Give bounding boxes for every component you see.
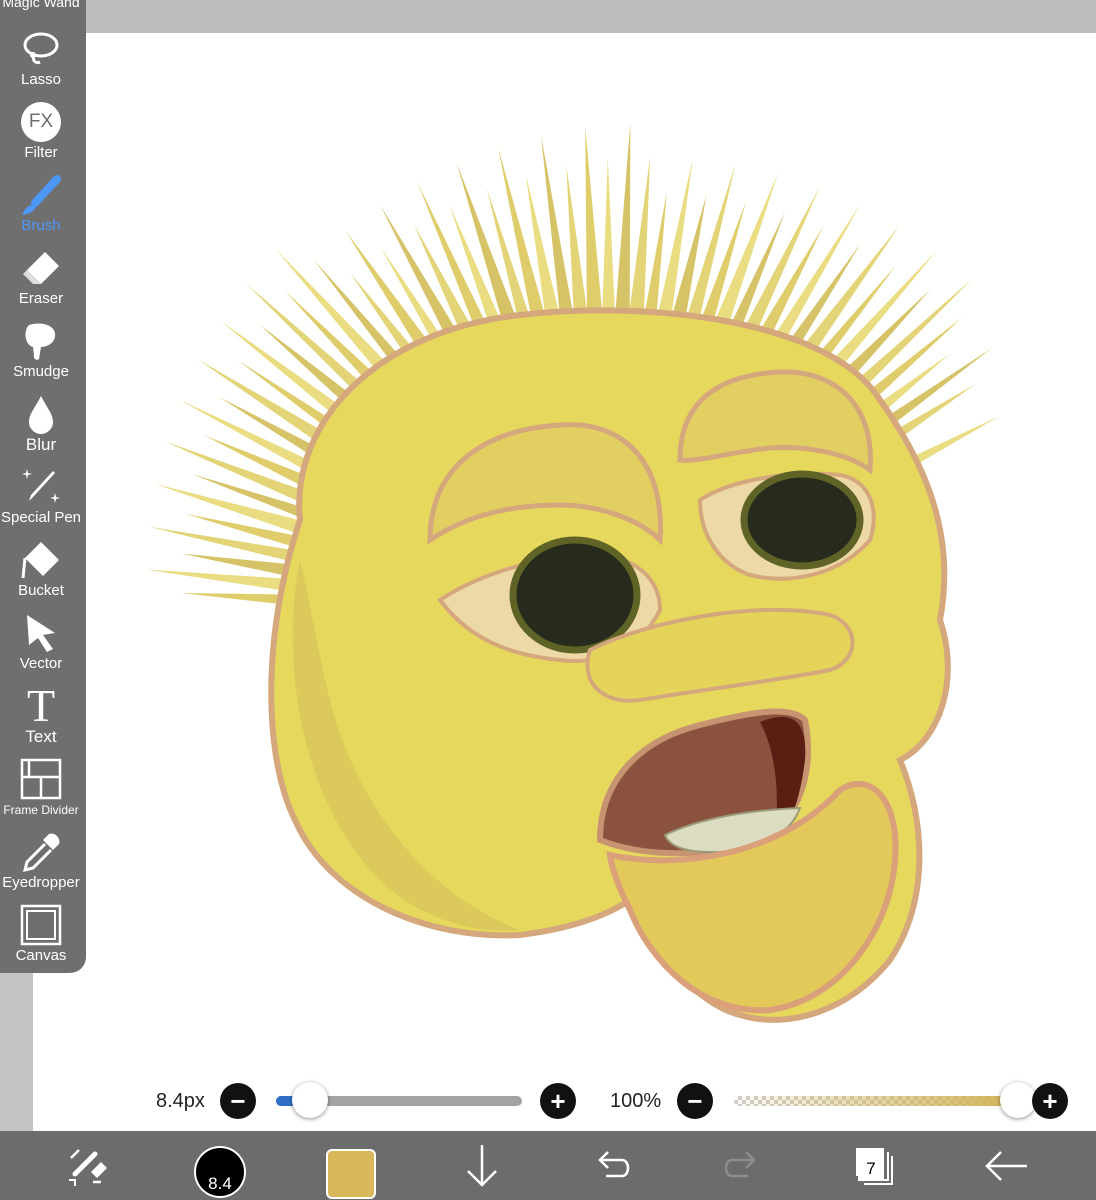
tool-label: Filter <box>24 144 58 161</box>
color-swatch <box>326 1149 376 1199</box>
brush-slider-bar: 8.4px − + 100% − + <box>0 1070 1096 1130</box>
transform-icon <box>65 1144 109 1193</box>
tool-label: Smudge <box>13 363 69 380</box>
tool-label: Eraser <box>18 290 64 307</box>
tool-label: Bucket <box>18 582 64 599</box>
drop-icon <box>19 392 63 436</box>
tool-blur[interactable]: Blur <box>0 385 82 458</box>
tool-bucket[interactable]: Bucket <box>0 531 82 604</box>
tool-brush[interactable]: Brush <box>0 166 82 239</box>
back-arrow-icon <box>983 1146 1029 1191</box>
size-minus-button[interactable]: − <box>220 1083 256 1119</box>
opacity-slider-thumb[interactable] <box>1000 1082 1036 1118</box>
tool-eraser[interactable]: Eraser <box>0 239 82 312</box>
brush-size-label: 8.4 <box>208 1174 232 1193</box>
tool-label: Text <box>25 727 57 746</box>
download-button[interactable] <box>460 1143 504 1193</box>
tool-label: Canvas <box>15 947 67 964</box>
size-plus-button[interactable]: + <box>540 1083 576 1119</box>
tool-eyedropper[interactable]: Eyedropper <box>0 823 82 896</box>
eraser-icon <box>19 246 63 290</box>
back-button[interactable] <box>982 1143 1030 1193</box>
frame-divider-icon <box>19 757 63 801</box>
text-icon: T <box>19 680 63 731</box>
tool-palette: Magic Wand Lasso FX Filter Brush Eraser … <box>0 0 86 973</box>
left-pupil <box>509 536 641 654</box>
special-pen-icon <box>19 465 63 509</box>
redo-icon <box>722 1146 762 1191</box>
eyedropper-icon <box>19 830 63 874</box>
download-arrow-icon <box>462 1141 502 1196</box>
tool-canvas[interactable]: Canvas <box>0 896 82 969</box>
fx-glyph: FX <box>21 102 61 142</box>
artwork-sun-face <box>145 122 999 1023</box>
tool-special-pen[interactable]: Special Pen <box>0 458 82 531</box>
brush-size-icon: 8.4 <box>194 1146 246 1198</box>
tool-label: Frame Divider <box>3 803 79 817</box>
size-slider-thumb[interactable] <box>292 1082 329 1118</box>
tool-text[interactable]: T Text <box>0 677 82 750</box>
undo-button[interactable] <box>590 1143 634 1193</box>
tool-frame-divider[interactable]: Frame Divider <box>0 750 82 823</box>
tool-label: Blur <box>25 435 57 454</box>
tool-lasso[interactable]: Lasso <box>0 20 82 93</box>
undo-icon <box>592 1146 632 1191</box>
layer-count: 7 <box>858 1157 884 1181</box>
canvas-icon <box>19 903 63 947</box>
tool-label-magic-wand[interactable]: Magic Wand <box>0 0 82 10</box>
bucket-icon <box>19 538 63 582</box>
opacity-minus-button[interactable]: − <box>677 1083 713 1119</box>
tool-smudge[interactable]: Smudge <box>0 312 82 385</box>
tool-label: Lasso <box>20 71 62 88</box>
tool-label: Eyedropper <box>2 874 80 891</box>
text-glyph: T <box>26 680 56 731</box>
tool-filter[interactable]: FX Filter <box>0 93 82 166</box>
opacity-slider[interactable] <box>734 1096 1010 1106</box>
right-pupil <box>740 470 864 570</box>
fx-icon: FX <box>19 100 63 144</box>
transform-button[interactable] <box>62 1143 112 1193</box>
redo-button[interactable] <box>720 1143 764 1193</box>
brush-size-value: 8.4px <box>156 1090 205 1112</box>
opacity-plus-button[interactable]: + <box>1032 1083 1068 1119</box>
smudge-icon <box>19 319 63 363</box>
tool-label: Special Pen <box>0 509 82 526</box>
opacity-value: 100% <box>610 1090 662 1112</box>
color-button[interactable] <box>325 1149 377 1199</box>
tool-label: Brush <box>21 217 61 234</box>
lasso-icon <box>19 27 63 71</box>
arrow-cursor-icon <box>19 611 63 655</box>
bottom-toolbar: 8.4 <box>0 1131 1096 1200</box>
tool-vector[interactable]: Vector <box>0 604 82 677</box>
brush-icon <box>19 173 63 217</box>
tool-label: Vector <box>19 655 63 672</box>
brush-size-indicator[interactable]: 8.4 <box>190 1146 250 1198</box>
